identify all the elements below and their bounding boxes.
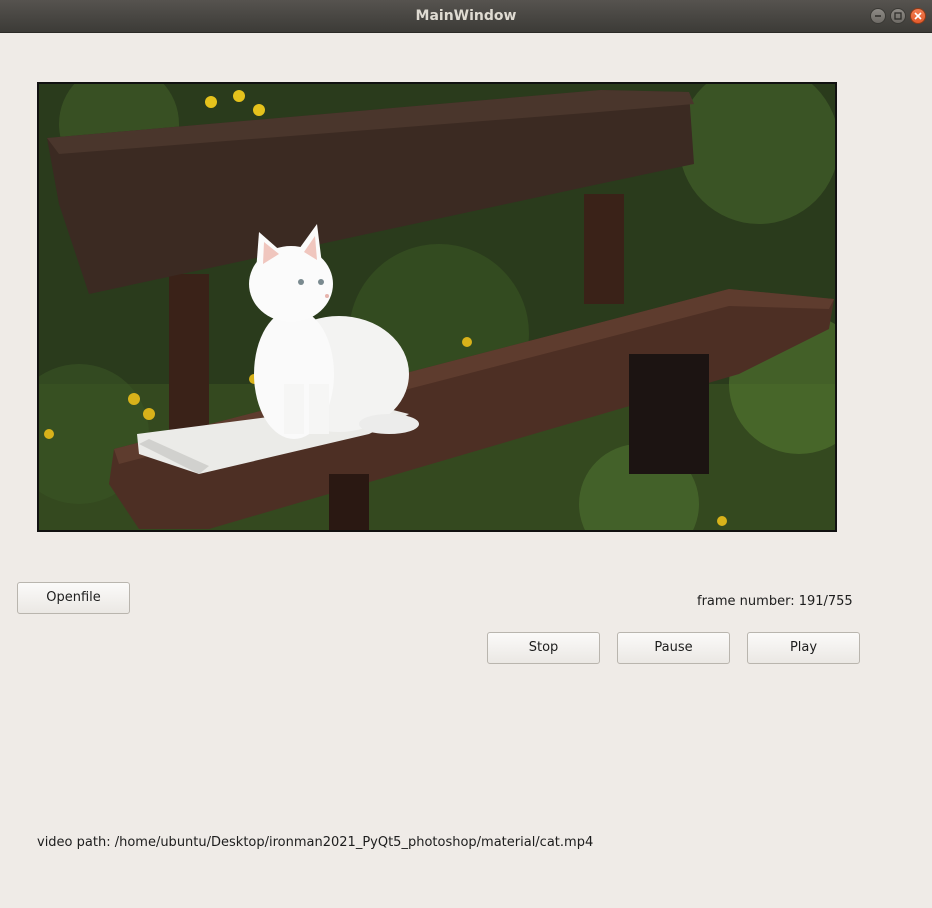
minimize-icon xyxy=(875,15,881,17)
title-bar[interactable]: MainWindow xyxy=(0,0,932,33)
pause-button[interactable]: Pause xyxy=(617,632,730,664)
video-frame-image xyxy=(39,84,835,530)
frame-number-label: frame number: 191/755 xyxy=(697,594,853,609)
close-button[interactable] xyxy=(910,8,926,24)
minimize-button[interactable] xyxy=(870,8,886,24)
window-title: MainWindow xyxy=(415,8,517,24)
openfile-button[interactable]: Openfile xyxy=(17,582,130,614)
main-window: MainWindow Openfile frame number: 191/75… xyxy=(0,0,932,908)
stop-button[interactable]: Stop xyxy=(487,632,600,664)
maximize-button[interactable] xyxy=(890,8,906,24)
play-button[interactable]: Play xyxy=(747,632,860,664)
maximize-icon xyxy=(894,12,902,20)
video-path-label: video path: /home/ubuntu/Desktop/ironman… xyxy=(37,835,594,850)
close-icon xyxy=(914,12,922,20)
video-display xyxy=(37,82,837,532)
